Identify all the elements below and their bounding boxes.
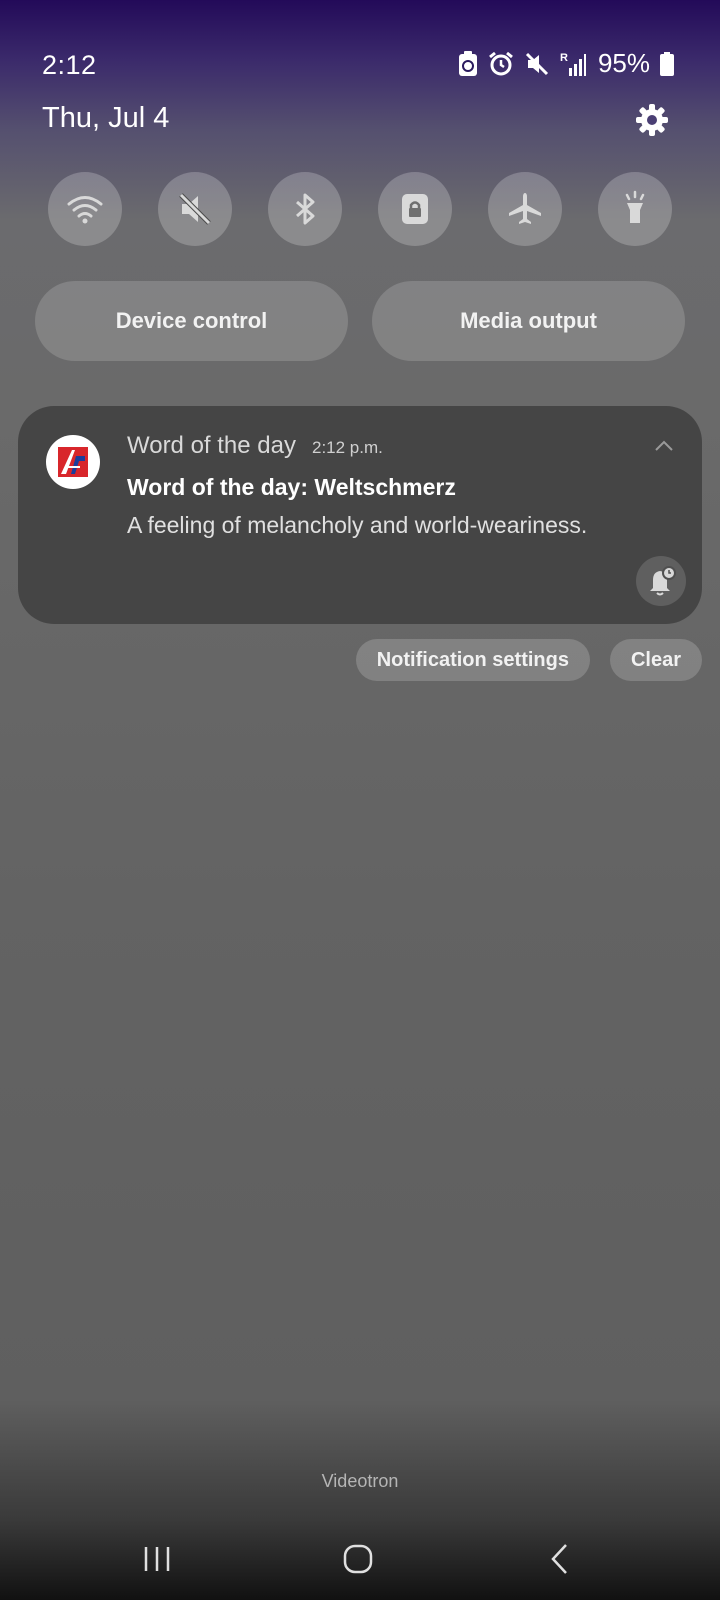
quick-settings-row [48,172,672,246]
back-button[interactable] [530,1534,590,1584]
notification-time: 2:12 p.m. [311,438,383,457]
recents-button[interactable] [127,1534,187,1584]
home-button[interactable] [328,1534,388,1584]
carrier-label: Videotron [321,1471,399,1491]
status-icons: R 95% [458,48,674,79]
notification-body: A feeling of melancholy and world-wearin… [127,512,588,538]
settings-gear-button[interactable] [634,102,670,138]
wifi-toggle[interactable] [48,172,122,246]
battery-percent: 95% [597,48,650,78]
notification-header: Word of the day 2:12 p.m. [127,432,383,460]
notification-settings-button[interactable]: Notification settings [355,639,590,681]
notification-title: Word of the day: Weltschmerz [127,474,456,500]
notification-card[interactable]: Word of the day 2:12 p.m. Word of the da… [18,406,702,624]
airplane-mode-toggle[interactable] [488,172,562,246]
screen-lock-icon [402,194,428,224]
device-control-button[interactable]: Device control [35,281,348,361]
screen-lock-toggle[interactable] [378,172,452,246]
wifi-icon [67,196,103,224]
notification-actions: Notification settings Clear [355,639,702,681]
bluetooth-icon [296,193,315,225]
snooze-button[interactable] [636,556,686,606]
bell-snooze-icon [650,566,676,596]
bluetooth-toggle[interactable] [268,172,342,246]
home-icon [343,1544,373,1574]
quick-settings-pills: Device control Media output [35,281,685,361]
airplane-mode-icon [509,193,541,224]
flashlight-toggle[interactable] [598,172,672,246]
status-bar: 2:12 R 95% [0,0,720,100]
chevron-up-icon [655,440,673,451]
svg-text:R: R [560,52,568,64]
battery-icon [660,51,674,76]
collapse-button[interactable] [652,434,676,458]
sound-toggle[interactable] [158,172,232,246]
signal-roaming-icon: R [560,52,586,76]
notification-app-name: Word of the day [127,432,296,459]
navigation-bar [0,1520,720,1600]
recents-icon [144,1547,170,1571]
mute-icon [525,52,549,75]
date-label: Thu, Jul 4 [42,102,170,134]
status-time: 2:12 [42,50,97,80]
flashlight-icon [625,190,645,223]
word-of-the-day-app-icon [46,435,100,489]
battery-saver-icon [458,50,477,76]
alarm-icon [489,51,513,75]
sound-off-icon [179,193,211,225]
clear-button[interactable]: Clear [609,639,702,681]
gear-icon [636,104,668,136]
back-icon [551,1544,567,1574]
media-output-button[interactable]: Media output [372,281,685,361]
